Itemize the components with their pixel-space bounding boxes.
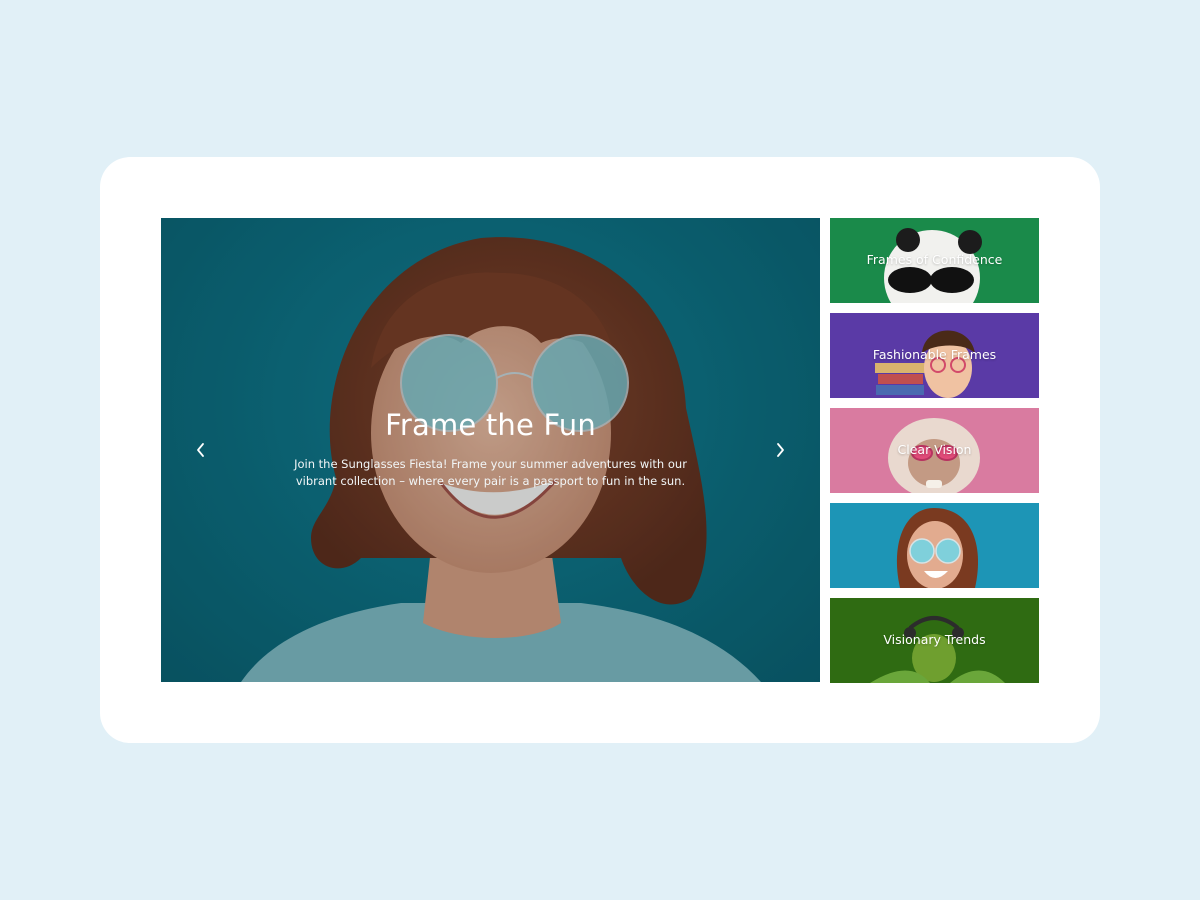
thumbnail-fashionable-frames[interactable]: Fashionable Frames (830, 313, 1039, 398)
thumbnail-clear-vision[interactable]: Clear Vision (830, 408, 1039, 493)
thumbnail-frame-the-fun[interactable] (830, 503, 1039, 588)
thumbnail-visionary-trends[interactable]: Visionary Trends (830, 598, 1039, 683)
thumbnail-frames-of-confidence[interactable]: Frames of Confidence (830, 218, 1039, 303)
thumbnail-label: Frames of Confidence (866, 252, 1003, 267)
next-slide-button[interactable] (768, 438, 792, 462)
prev-slide-button[interactable] (189, 438, 213, 462)
thumbnail-label: Clear Vision (897, 442, 972, 457)
hero-description: Join the Sunglasses Fiesta! Frame your s… (294, 457, 687, 488)
hero-slide: Frame the Fun Join the Sunglasses Fiesta… (161, 218, 820, 682)
chevron-left-icon (197, 443, 204, 457)
thumbnail-image (830, 503, 1039, 588)
chevron-right-icon (777, 443, 784, 457)
thumbnail-label: Visionary Trends (883, 632, 986, 647)
hero-title: Frame the Fun (385, 408, 596, 442)
thumbnail-label: Fashionable Frames (872, 347, 997, 362)
hero-overlay (161, 218, 820, 682)
